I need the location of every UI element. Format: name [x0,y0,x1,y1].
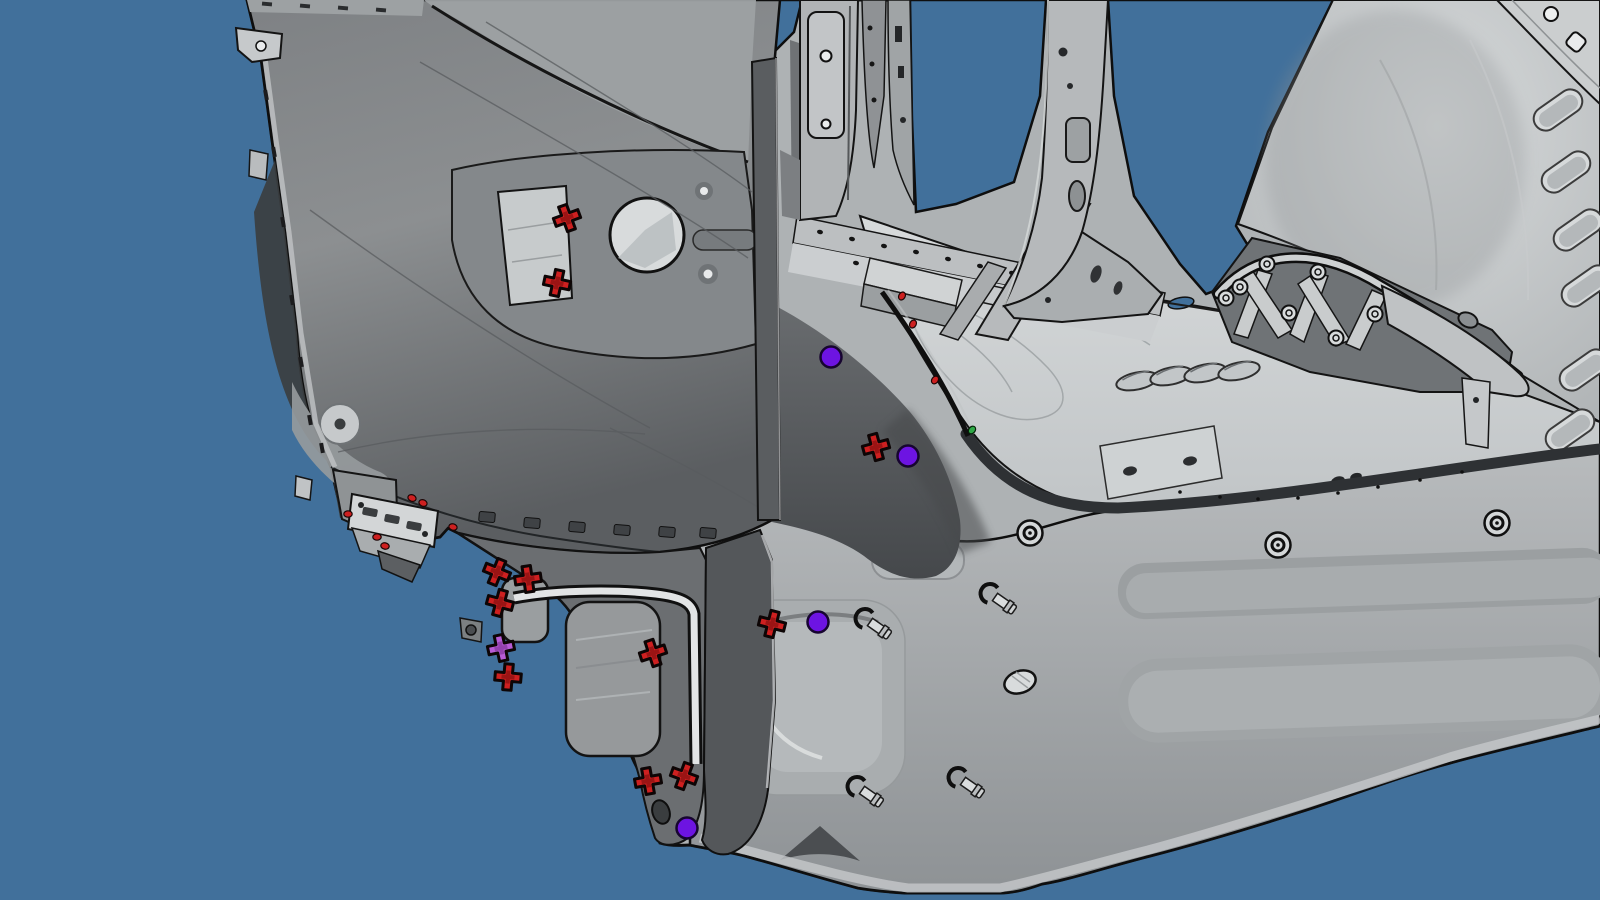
strip-weld [868,26,873,31]
bullseye-fastener[interactable] [1018,521,1043,546]
bullseye-center [1495,521,1499,525]
weld-point-marker[interactable] [677,818,698,839]
quarter-bottom-slot [479,511,496,522]
truss-bolt [1311,265,1326,280]
dome-bump-center [704,270,713,279]
weld-point-marker[interactable] [898,446,919,467]
band-speckle [1418,478,1422,482]
dome-bump-center [700,187,708,195]
bullseye-fastener[interactable] [1266,533,1291,558]
band-speckle [1178,490,1182,494]
sail-connector [780,150,800,220]
corner-recess-inner [758,622,882,772]
bullseye-fastener[interactable] [1485,511,1510,536]
strip-weld [870,62,875,67]
corner-strip-surface [702,530,775,854]
weld-point-marker[interactable] [808,612,829,633]
weld-point-marker[interactable] [821,347,842,368]
roofside-slot [898,66,904,78]
quarter-bottom-slot [569,521,586,532]
truss-bolt [1260,257,1275,272]
arm-bracket-hole [1473,397,1479,403]
spot-weld-dot-marker[interactable] [344,511,352,517]
truss-bolt [1233,280,1248,295]
gusset-window-large [566,602,660,756]
bullseye-center [1028,531,1032,535]
c-pillar-hole [1059,48,1068,57]
edge-bracket-hole [256,41,266,51]
spot-weld-dot-marker[interactable] [373,534,381,540]
truss-bolt [1329,331,1344,346]
roofside-hole [900,117,906,123]
band-speckle [1460,470,1464,474]
ladder-hole [358,502,364,508]
quarter-bottom-slot [524,517,541,528]
cad-app-window [0,0,1600,900]
truss-bolt [1368,307,1383,322]
truss-bolt [1282,306,1297,321]
truss-bolt [1219,291,1234,306]
ladder-hole [422,531,428,537]
corner-pillar-strip[interactable] [702,530,775,854]
band-speckle [1218,495,1222,499]
sail-inner-strip [752,58,780,520]
c-pillar-hole [1067,83,1073,89]
quarter-bottom-slot [659,526,676,537]
c-pillar-rect-hole [1066,118,1090,162]
band-speckle [1256,497,1260,501]
quarter-bottom-slot [614,524,631,535]
c-pillar-oval-hole [1069,181,1085,211]
cad-viewport[interactable] [0,0,1600,900]
strip-weld [872,98,877,103]
band-speckle [1376,485,1380,489]
liner-grommet-center [335,419,346,430]
pill-rib [693,230,757,250]
bracket-hole [821,51,832,62]
edge-bracket [249,150,268,180]
edge-bracket [295,476,312,500]
roofside-slot [895,26,902,42]
bullseye-center [1276,543,1280,547]
foot-hole [1045,297,1051,303]
bracket-hole [822,120,831,129]
roof-rail-hole [1544,7,1558,21]
quarter-bottom-slot [700,527,717,538]
arm-bracket [1462,378,1490,448]
gusset-ear-hole [466,625,476,635]
band-speckle [1336,491,1340,495]
band-speckle [1296,496,1300,500]
bumper-band-lower [1117,643,1600,744]
